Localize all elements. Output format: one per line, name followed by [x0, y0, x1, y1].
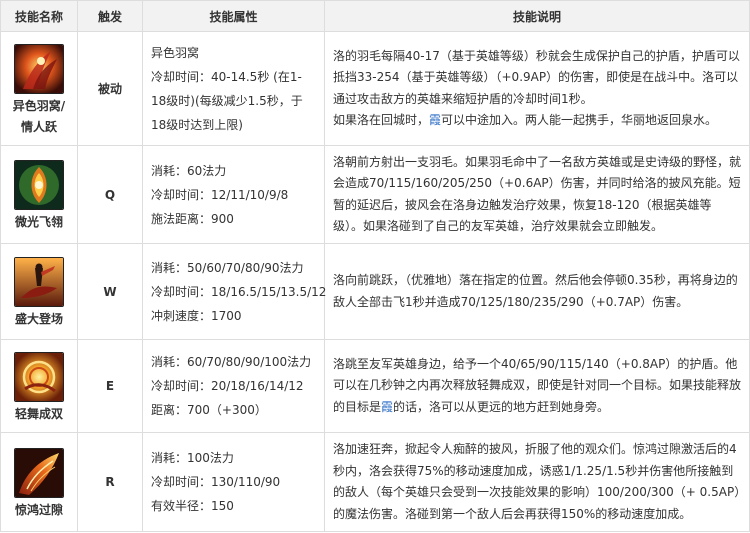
skill-trigger: 被动 — [77, 31, 143, 146]
attribute-line: 异色羽窝 — [151, 45, 200, 60]
header-description: 技能说明 — [324, 0, 750, 32]
skill-description: 洛加速狂奔，掀起令人痴醉的披风，折服了他的观众们。惊鸿过隙激活后的4秒内，洛会获… — [324, 432, 750, 532]
skill-table: 技能名称 触发 技能属性 技能说明 异色羽窝/ 情人跃 被动 异色羽窝 冷却时间… — [0, 0, 750, 532]
description-text: 可以中途加入。两人能一起携手，华丽地返回泉水。 — [441, 113, 718, 127]
description-paragraph: 洛跳至友军英雄身边，给予一个40/65/90/115/140（+0.8AP）的护… — [333, 354, 741, 419]
skill-description: 洛向前跳跃，（优雅地）落在指定的位置。然后他会停顿0.35秒，再将身边的敌人全部… — [324, 243, 750, 340]
skill-name-cell: 微光飞翎 — [0, 145, 78, 244]
skill-name-line2: 情人跃 — [20, 119, 57, 134]
skill-attributes: 消耗：60法力 冷却时间：12/11/10/9/8 施法距离：900 — [142, 145, 325, 244]
skill-name-cell: 盛大登场 — [0, 243, 78, 340]
attribute-line: 冷却时间：130/110/90 — [151, 475, 281, 489]
dancer-leap-icon — [14, 257, 64, 307]
feather-storm-icon — [14, 447, 64, 498]
attribute-line: 消耗：50/60/70/80/90法力 — [151, 260, 304, 275]
skill-trigger: W — [77, 243, 143, 340]
table-row: 轻舞成双 E 消耗：60/70/80/90/100法力 冷却时间：20/18/1… — [0, 339, 750, 433]
skill-description: 洛朝前方射出一支羽毛。如果羽毛命中了一名敌方英雄或是史诗级的野怪，就会造成70/… — [324, 145, 750, 244]
attribute-line: 冲刺速度：1700 — [151, 308, 242, 323]
description-paragraph: 洛朝前方射出一支羽毛。如果羽毛命中了一名敌方英雄或是史诗级的野怪，就会造成70/… — [333, 154, 742, 234]
attribute-line: 冷却时间：18/16.5/15/13.5/12 — [151, 284, 327, 299]
attribute-line: 冷却时间：40-14.5秒 (在1-18级时)(每级减少1.5秒，于18级时达到… — [151, 69, 303, 132]
skill-attributes: 消耗：60/70/80/90/100法力 冷却时间：20/18/16/14/12… — [142, 339, 325, 433]
skill-name: 微光飞翎 — [14, 215, 63, 229]
table-header-row: 技能名称 触发 技能属性 技能说明 — [0, 0, 750, 32]
attribute-line: 消耗：100法力 — [151, 451, 234, 465]
attribute-line: 施法距离：900 — [151, 211, 234, 226]
spin-dance-icon — [14, 351, 64, 402]
table-row: 盛大登场 W 消耗：50/60/70/80/90法力 冷却时间：18/16.5/… — [0, 243, 750, 340]
skill-name: 异色羽窝/ — [12, 98, 66, 113]
attribute-line: 消耗：60法力 — [151, 163, 227, 178]
skill-attributes: 消耗：100法力 冷却时间：130/110/90 有效半径：150 — [142, 432, 325, 532]
table-row: 微光飞翎 Q 消耗：60法力 冷却时间：12/11/10/9/8 施法距离：90… — [0, 145, 750, 244]
skill-description: 洛跳至友军英雄身边，给予一个40/65/90/115/140（+0.8AP）的护… — [324, 339, 750, 433]
skill-name: 惊鸿过隙 — [14, 502, 63, 517]
table-row: 惊鸿过隙 R 消耗：100法力 冷却时间：130/110/90 有效半径：150… — [0, 432, 750, 532]
attribute-line: 冷却时间：12/11/10/9/8 — [151, 187, 289, 202]
skill-attributes: 异色羽窝 冷却时间：40-14.5秒 (在1-18级时)(每级减少1.5秒，于1… — [142, 31, 325, 146]
header-trigger: 触发 — [77, 0, 143, 32]
skill-attributes: 消耗：50/60/70/80/90法力 冷却时间：18/16.5/15/13.5… — [142, 243, 327, 340]
header-skill-name: 技能名称 — [0, 0, 78, 32]
skill-name: 盛大登场 — [14, 312, 63, 326]
attribute-line: 消耗：60/70/80/90/100法力 — [151, 355, 312, 369]
attribute-line: 冷却时间：20/18/16/14/12 — [151, 379, 304, 393]
skill-name: 轻舞成双 — [14, 406, 63, 421]
attribute-line: 有效半径：150 — [151, 499, 234, 513]
skill-trigger: E — [77, 339, 143, 433]
description-text: 的话，洛可以从更远的地方赶到她身旁。 — [393, 399, 610, 414]
description-text: 如果洛在回城时， — [333, 113, 430, 127]
champion-link[interactable]: 霞 — [429, 113, 441, 127]
skill-description: 洛的羽毛每隔40-17（基于英雄等级）秒就会生成保护自己的护盾，护盾可以抵挡33… — [324, 31, 750, 146]
attribute-line: 距离：700（+300） — [151, 403, 267, 417]
skill-trigger: R — [77, 432, 143, 532]
table-row: 异色羽窝/ 情人跃 被动 异色羽窝 冷却时间：40-14.5秒 (在1-18级时… — [0, 31, 750, 146]
description-paragraph: 洛加速狂奔，掀起令人痴醉的披风，折服了他的观众们。惊鸿过隙激活后的4秒内，洛会获… — [333, 442, 741, 521]
description-paragraph: 洛向前跳跃，（优雅地）落在指定的位置。然后他会停顿0.35秒，再将身边的敌人全部… — [333, 273, 738, 309]
feather-nest-icon — [14, 43, 64, 94]
feather-eye-icon — [14, 160, 64, 210]
description-paragraph: 如果洛在回城时，霞可以中途加入。两人能一起携手，华丽地返回泉水。 — [333, 110, 741, 132]
description-paragraph: 洛的羽毛每隔40-17（基于英雄等级）秒就会生成保护自己的护盾，护盾可以抵挡33… — [333, 48, 740, 106]
champion-link[interactable]: 霞 — [381, 400, 393, 414]
skill-name-cell: 惊鸿过隙 — [0, 432, 78, 532]
skill-trigger: Q — [77, 145, 143, 244]
skill-name-cell: 异色羽窝/ 情人跃 — [0, 31, 78, 146]
header-attributes: 技能属性 — [142, 0, 325, 32]
skill-name-cell: 轻舞成双 — [0, 339, 78, 433]
